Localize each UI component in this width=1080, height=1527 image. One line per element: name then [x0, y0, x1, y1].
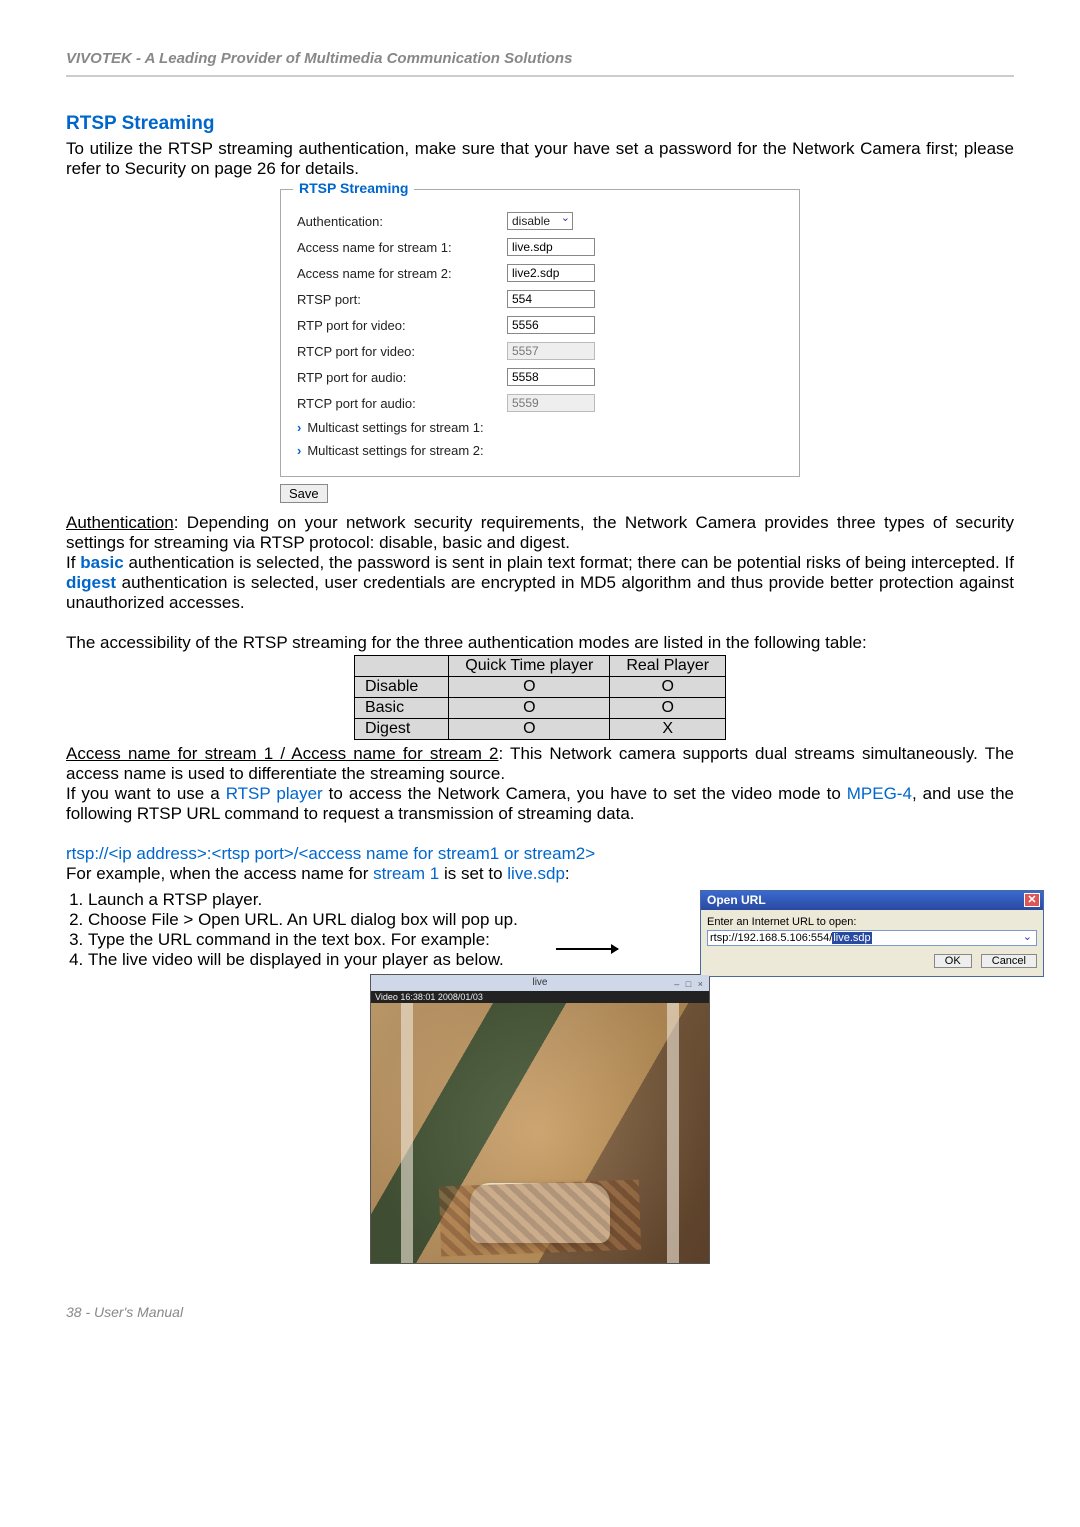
stream1-name-label: Access name for stream 1: — [297, 240, 507, 255]
table-cell: O — [449, 719, 610, 740]
text: : — [565, 864, 570, 883]
section-intro: To utilize the RTSP streaming authentica… — [66, 139, 1014, 179]
rtcp-video-input — [507, 342, 595, 360]
text: If you want to use a — [66, 784, 226, 803]
text: authentication is selected, user credent… — [66, 573, 1014, 612]
multicast-stream1-expander[interactable]: › Multicast settings for stream 1: — [297, 420, 783, 435]
table-cell: O — [449, 677, 610, 698]
table-intro: The accessibility of the RTSP streaming … — [66, 633, 1014, 653]
basic-term: basic — [80, 553, 123, 572]
url-highlight: live.sdp — [832, 932, 871, 944]
text: authentication is selected, the password… — [124, 553, 1014, 572]
rtsp-usage-paragraph: If you want to use a RTSP player to acce… — [66, 784, 1014, 824]
stream1-term: stream 1 — [373, 864, 439, 883]
text: to access the Network Camera, you have t… — [323, 784, 847, 803]
url-combobox[interactable]: rtsp://192.168.5.106:554/live.sdp — [707, 930, 1037, 946]
rtsp-player-term: RTSP player — [226, 784, 323, 803]
page-header: VIVOTEK - A Leading Provider of Multimed… — [66, 50, 1014, 75]
multicast-stream2-label: Multicast settings for stream 2: — [307, 443, 483, 458]
auth-text: : Depending on your network security req… — [66, 513, 1014, 552]
rtcp-audio-label: RTCP port for audio: — [297, 396, 507, 411]
table-header: Quick Time player — [449, 656, 610, 677]
chevron-right-icon: › — [297, 443, 301, 458]
rtcp-audio-input — [507, 394, 595, 412]
access-heading: Access name for stream 1 / Access name f… — [66, 744, 498, 763]
stream2-name-label: Access name for stream 2: — [297, 266, 507, 281]
live-timestamp: Video 16:38:01 2008/01/03 — [371, 991, 709, 1003]
page-footer: 38 - User's Manual — [66, 1304, 1014, 1320]
table-cell: O — [449, 698, 610, 719]
digest-term: digest — [66, 573, 116, 592]
rtsp-url-template: rtsp://<ip address>:<rtsp port>/<access … — [66, 844, 1014, 864]
table-header: Real Player — [610, 656, 726, 677]
text: is set to — [439, 864, 507, 883]
table-cell: O — [610, 677, 726, 698]
scene-decor — [667, 1003, 679, 1263]
livesdp-term: live.sdp — [507, 864, 565, 883]
scene-decor — [401, 1003, 413, 1263]
example-line: For example, when the access name for st… — [66, 864, 1014, 884]
access-name-paragraph: Access name for stream 1 / Access name f… — [66, 744, 1014, 784]
mpeg4-term: MPEG-4 — [847, 784, 912, 803]
header-rule — [66, 75, 1014, 77]
save-button[interactable]: Save — [280, 484, 328, 503]
rtp-video-label: RTP port for video: — [297, 318, 507, 333]
rtcp-video-label: RTCP port for video: — [297, 344, 507, 359]
text: For example, when the access name for — [66, 864, 373, 883]
table-cell: O — [610, 698, 726, 719]
open-url-dialog: Open URL ✕ Enter an Internet URL to open… — [700, 890, 1044, 977]
multicast-stream2-expander[interactable]: › Multicast settings for stream 2: — [297, 443, 783, 458]
stream1-name-input[interactable] — [507, 238, 595, 256]
arrow-icon — [556, 948, 618, 950]
ok-button[interactable]: OK — [934, 954, 972, 968]
stream2-name-input[interactable] — [507, 264, 595, 282]
live-window-title: live – □ × — [371, 975, 709, 991]
table-cell: X — [610, 719, 726, 740]
table-cell: Disable — [354, 677, 448, 698]
chevron-right-icon: › — [297, 420, 301, 435]
url-prefix: rtsp://192.168.5.106:554/ — [710, 932, 832, 944]
cancel-button[interactable]: Cancel — [981, 954, 1037, 968]
basic-digest-paragraph: If basic authentication is selected, the… — [66, 553, 1014, 613]
table-cell: Basic — [354, 698, 448, 719]
dialog-title-text: Open URL — [707, 893, 766, 907]
rtsp-port-input[interactable] — [507, 290, 595, 308]
table-cell: Digest — [354, 719, 448, 740]
auth-label: Authentication: — [297, 214, 507, 229]
window-controls-icon[interactable]: – □ × — [674, 976, 705, 992]
section-title: RTSP Streaming — [66, 113, 1014, 135]
close-icon[interactable]: ✕ — [1024, 893, 1040, 907]
auth-select[interactable]: disable — [507, 212, 573, 230]
table-header — [354, 656, 448, 677]
text: If — [66, 553, 80, 572]
multicast-stream1-label: Multicast settings for stream 1: — [307, 420, 483, 435]
rtsp-fieldset: RTSP Streaming Authentication: disable A… — [280, 189, 800, 477]
auth-heading: Authentication — [66, 513, 174, 532]
live-title-text: live — [532, 977, 547, 988]
dialog-title: Open URL ✕ — [701, 891, 1043, 910]
auth-compat-table: Quick Time player Real Player Disable O … — [354, 655, 726, 740]
rtp-audio-label: RTP port for audio: — [297, 370, 507, 385]
rtp-audio-input[interactable] — [507, 368, 595, 386]
fieldset-legend: RTSP Streaming — [293, 180, 414, 196]
dialog-prompt: Enter an Internet URL to open: — [707, 916, 1037, 928]
live-video-frame — [371, 1003, 709, 1263]
rtp-video-input[interactable] — [507, 316, 595, 334]
scene-decor — [439, 1180, 641, 1257]
auth-paragraph: Authentication: Depending on your networ… — [66, 513, 1014, 553]
live-video-window: live – □ × Video 16:38:01 2008/01/03 — [370, 974, 710, 1264]
rtsp-port-label: RTSP port: — [297, 292, 507, 307]
